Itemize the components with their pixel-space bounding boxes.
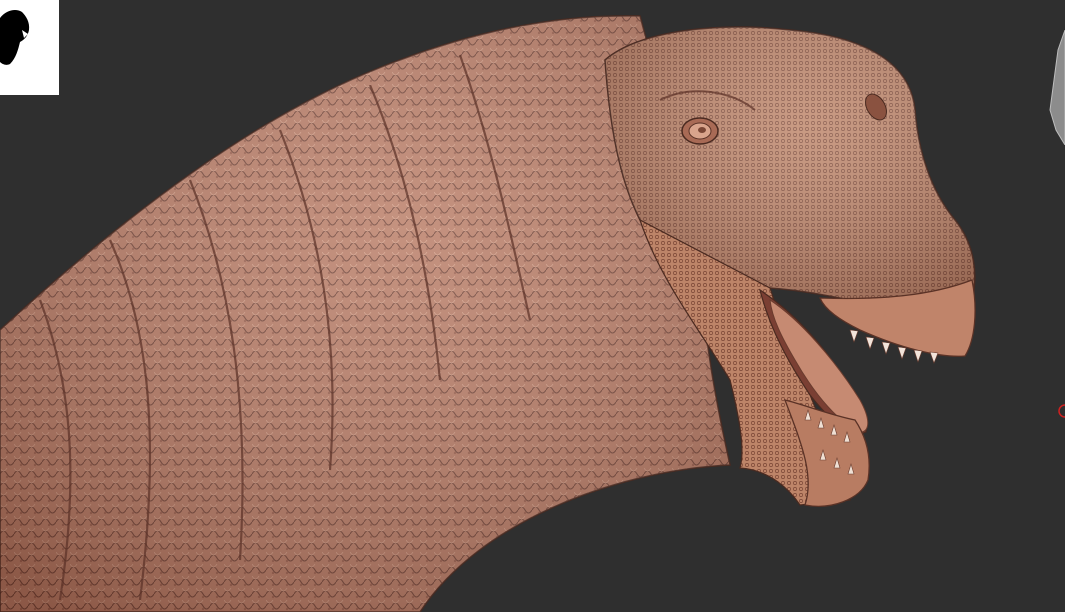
eye <box>681 117 719 145</box>
brush-cursor-marker <box>1054 402 1065 420</box>
dinosaur-model[interactable] <box>0 0 1065 612</box>
dinosaur-silhouette-icon <box>0 10 30 65</box>
thumbnail-navigator[interactable] <box>0 0 59 95</box>
side-object <box>1048 29 1065 146</box>
sculpt-viewport[interactable] <box>0 0 1065 612</box>
